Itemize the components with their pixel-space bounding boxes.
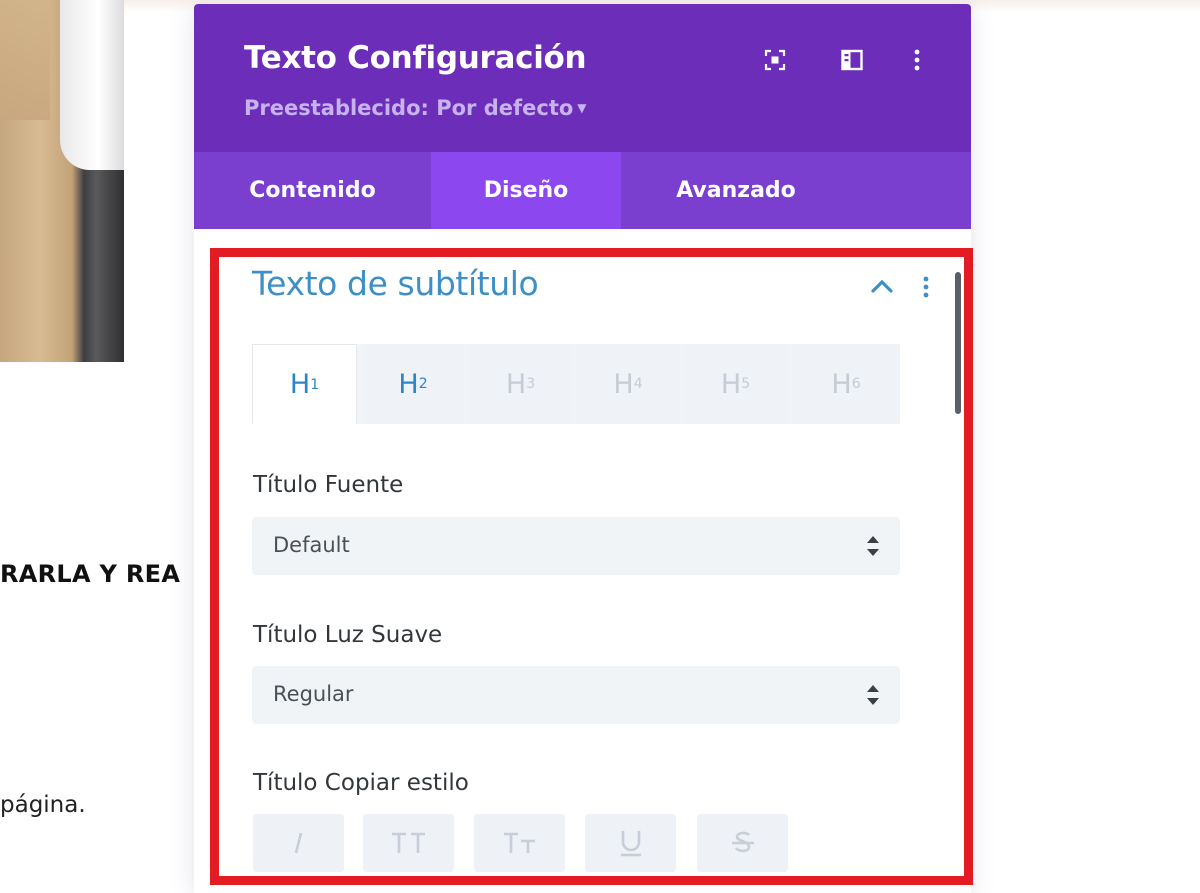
- heading-tab-letter: H: [831, 368, 852, 400]
- font-select[interactable]: Default: [252, 517, 900, 575]
- italic-icon: [294, 832, 302, 854]
- heading-tab-letter: H: [613, 368, 634, 400]
- uppercase-icon: [391, 832, 425, 853]
- heading-tab-number: 4: [633, 376, 643, 392]
- background-text: página.: [0, 792, 86, 818]
- photo-detail: [60, 0, 124, 170]
- style-label: Título Copiar estilo: [253, 770, 469, 796]
- font-label: Título Fuente: [253, 472, 404, 498]
- heading-tab-number: 3: [526, 376, 536, 392]
- heading-tab-h3[interactable]: H3: [469, 344, 572, 424]
- more-vertical-icon[interactable]: [901, 44, 933, 76]
- select-arrows-icon: [867, 685, 879, 705]
- select-arrows-icon: [867, 536, 879, 556]
- settings-panel: Texto Configuración Preestablecido: Por …: [194, 4, 971, 893]
- font-select-value: Default: [273, 533, 350, 557]
- background-heading: RARLA Y REA: [0, 560, 181, 588]
- heading-tab-number: 1: [310, 376, 320, 393]
- heading-tab-h5[interactable]: H5: [684, 344, 787, 424]
- section-more-icon[interactable]: [916, 272, 936, 302]
- underline-icon: [620, 831, 641, 857]
- heading-tab-h4[interactable]: H4: [577, 344, 679, 424]
- italic-button[interactable]: [253, 814, 344, 872]
- scrollbar[interactable]: [955, 272, 961, 414]
- strikethrough-button[interactable]: [697, 814, 788, 872]
- heading-tab-number: 2: [418, 376, 428, 392]
- underline-button[interactable]: [585, 814, 676, 872]
- section-title[interactable]: Texto de subtítulo: [252, 264, 539, 303]
- caret-down-icon: ▼: [577, 101, 587, 115]
- preset-dropdown[interactable]: Preestablecido: Por defecto ▼: [244, 96, 587, 120]
- heading-level-tabs: H1 H2 H3 H4 H5 H6: [252, 344, 900, 424]
- weight-select-value: Regular: [273, 682, 354, 706]
- heading-tab-h2[interactable]: H2: [362, 344, 464, 424]
- tab-avanzado[interactable]: Avanzado: [621, 152, 851, 229]
- chevron-up-icon[interactable]: [868, 274, 896, 298]
- heading-tab-letter: H: [289, 369, 311, 400]
- uppercase-button[interactable]: [363, 814, 454, 872]
- heading-tab-letter: H: [398, 368, 419, 400]
- heading-tab-h1[interactable]: H1: [252, 344, 357, 424]
- tab-diseno[interactable]: Diseño: [431, 152, 621, 229]
- panel-title: Texto Configuración: [244, 40, 587, 76]
- small-caps-icon: [503, 832, 535, 853]
- heading-tab-letter: H: [505, 368, 527, 400]
- tab-contenido[interactable]: Contenido: [194, 152, 431, 229]
- photo-detail: [0, 0, 50, 120]
- panel-tabs: Contenido Diseño Avanzado: [194, 152, 971, 229]
- screen: RARLA Y REA página. Texto Configuración …: [0, 0, 1200, 893]
- weight-select[interactable]: Regular: [252, 666, 900, 724]
- weight-label: Título Luz Suave: [253, 622, 443, 648]
- strikethrough-icon: [731, 831, 754, 853]
- heading-tab-number: 6: [851, 376, 861, 392]
- expand-icon[interactable]: [759, 44, 791, 76]
- preset-label: Preestablecido: Por defecto: [244, 96, 574, 120]
- split-view-icon[interactable]: [836, 44, 868, 76]
- heading-tab-number: 5: [741, 376, 751, 392]
- small-caps-button[interactable]: [474, 814, 565, 872]
- background-photo: [0, 0, 124, 362]
- heading-tab-h6[interactable]: H6: [792, 344, 900, 424]
- heading-tab-letter: H: [720, 368, 742, 400]
- panel-header: Texto Configuración Preestablecido: Por …: [194, 4, 971, 152]
